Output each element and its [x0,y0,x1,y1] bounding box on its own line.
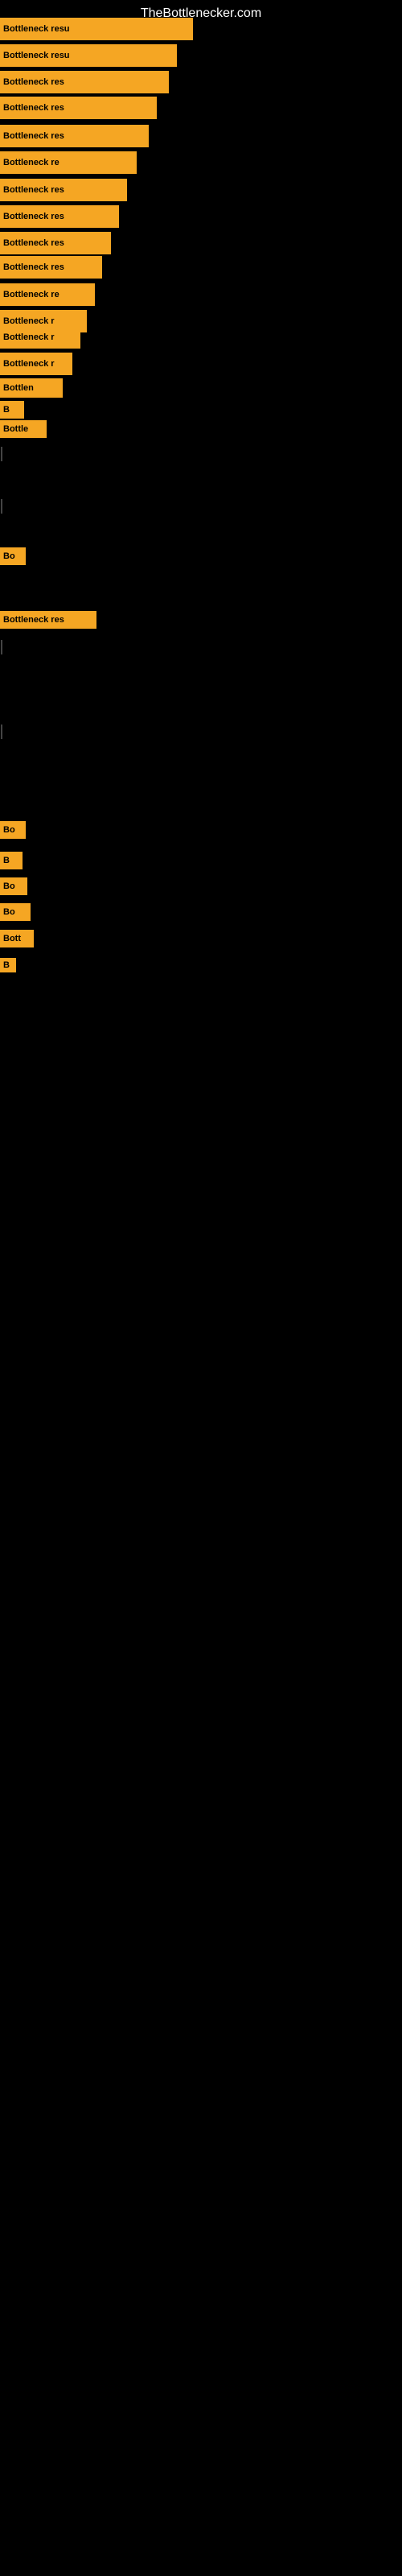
bottleneck-bar-5: Bottleneck re [0,151,137,174]
bottleneck-bar-28: B [0,958,16,972]
bottleneck-bar-14: Bottlen [0,378,63,398]
bottleneck-bar-27: Bott [0,930,34,947]
bottleneck-bar-23: Bo [0,821,26,839]
bottleneck-bar-26: Bo [0,903,31,921]
bottleneck-bar-7: Bottleneck res [0,205,119,228]
bottleneck-bar-3: Bottleneck res [0,97,157,119]
bottleneck-bar-1: Bottleneck resu [0,44,177,67]
bottleneck-bar-19: Bo [0,547,26,565]
bottleneck-bar-0: Bottleneck resu [0,18,193,40]
bottleneck-bar-20: Bottleneck res [0,611,96,629]
bottleneck-bar-12: Bottleneck r [0,326,80,349]
bottleneck-bar-24: B [0,852,23,869]
bottleneck-indicator-18 [1,499,2,514]
bottleneck-indicator-17 [1,447,2,461]
bottleneck-bar-16: Bottle [0,420,47,438]
bottleneck-bar-2: Bottleneck res [0,71,169,93]
bottleneck-bar-15: B [0,401,24,419]
bottleneck-bar-6: Bottleneck res [0,179,127,201]
bottleneck-bar-4: Bottleneck res [0,125,149,147]
bottleneck-bar-10: Bottleneck re [0,283,95,306]
bottleneck-bar-25: Bo [0,877,27,895]
bottleneck-bar-13: Bottleneck r [0,353,72,375]
bottleneck-bar-8: Bottleneck res [0,232,111,254]
bottleneck-indicator-22 [1,724,2,739]
bottleneck-bar-9: Bottleneck res [0,256,102,279]
bottleneck-indicator-21 [1,640,2,654]
